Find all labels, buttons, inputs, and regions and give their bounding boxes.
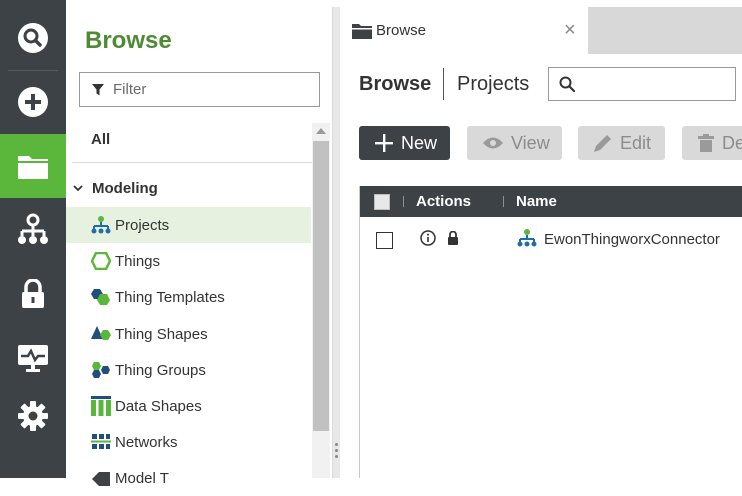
thing-shapes-icon <box>91 324 113 344</box>
nav-item-label: Model T <box>115 469 169 487</box>
column-header-name[interactable]: Name <box>516 193 557 210</box>
data-shapes-icon <box>91 396 113 416</box>
nav-item-label: Projects <box>115 216 170 234</box>
nav-item-label: Networks <box>115 433 178 451</box>
nav-item-label: Thing Shapes <box>115 325 208 343</box>
nav-scrollbar[interactable] <box>312 123 330 478</box>
nav-section-modeling[interactable]: Modeling <box>73 180 158 197</box>
pencil-icon <box>594 134 612 152</box>
view-button-label: View <box>511 132 550 153</box>
project-name-link[interactable]: EwonThingworxConnector <box>544 231 720 248</box>
projects-icon <box>91 215 113 235</box>
hierarchy-icon[interactable] <box>0 198 66 262</box>
filter-placeholder: Filter <box>113 81 147 98</box>
info-icon[interactable] <box>420 230 436 246</box>
breadcrumb-root[interactable]: Browse <box>359 73 431 96</box>
nav-item-thing-templates[interactable]: Thing Templates <box>66 279 311 315</box>
scroll-thumb[interactable] <box>313 141 329 431</box>
funnel-icon <box>92 83 104 95</box>
search-icon[interactable] <box>0 6 66 70</box>
delete-button-label: De <box>722 132 742 153</box>
tab-label: Browse <box>376 22 427 39</box>
things-icon <box>91 251 113 271</box>
nav-item-label: Things <box>115 252 161 270</box>
nav-item-networks[interactable]: Networks <box>66 424 311 460</box>
gear-icon[interactable] <box>0 384 66 448</box>
nav-item-model-tags[interactable]: Model T <box>66 460 311 496</box>
plus-icon <box>375 134 393 152</box>
new-button-label: New <box>401 132 438 153</box>
eye-icon <box>483 136 503 150</box>
nav-item-label: Data Shapes <box>115 397 202 415</box>
row-checkbox[interactable] <box>376 232 393 249</box>
networks-icon <box>91 432 113 452</box>
thing-templates-icon <box>91 287 113 307</box>
nav-item-thing-groups[interactable]: Thing Groups <box>66 352 311 388</box>
column-separator <box>403 196 404 207</box>
nav-item-thing-shapes[interactable]: Thing Shapes <box>66 316 311 352</box>
icon-rail <box>0 0 66 478</box>
grip-dot <box>335 455 338 458</box>
nav-item-label: Thing Groups <box>115 361 206 379</box>
breadcrumb-current: Projects <box>457 73 530 95</box>
nav-item-label: Thing Templates <box>115 288 225 306</box>
nav-item-projects[interactable]: Projects <box>66 207 311 243</box>
edit-button[interactable]: Edit <box>578 126 665 160</box>
model-tags-icon <box>91 468 113 488</box>
close-icon[interactable]: × <box>564 19 576 42</box>
nav-divider <box>72 162 312 163</box>
search-input[interactable] <box>548 67 736 101</box>
grid-header: Actions Name <box>360 186 742 217</box>
grip-dot <box>335 443 338 446</box>
add-icon[interactable] <box>0 70 66 134</box>
chevron-down-icon <box>73 185 83 192</box>
projects-grid: Actions Name EwonThingworxConnector <box>359 186 742 478</box>
browse-title: Browse <box>85 27 172 54</box>
monitor-icon[interactable] <box>0 326 66 390</box>
folder-icon <box>352 23 372 39</box>
filter-input[interactable]: Filter <box>79 72 320 107</box>
folder-icon[interactable] <box>0 134 66 198</box>
new-button[interactable]: New <box>359 126 450 160</box>
projects-icon <box>517 229 537 247</box>
view-button[interactable]: View <box>467 126 562 160</box>
breadcrumb-separator <box>443 68 444 100</box>
trash-icon <box>698 134 714 152</box>
table-row[interactable]: EwonThingworxConnector <box>360 217 742 261</box>
nav-item-things[interactable]: Things <box>66 243 311 279</box>
column-separator <box>503 196 504 207</box>
search-icon <box>559 76 575 92</box>
nav-item-data-shapes[interactable]: Data Shapes <box>66 388 311 424</box>
lock-icon[interactable] <box>0 262 66 326</box>
panel-splitter[interactable] <box>333 7 340 478</box>
delete-button[interactable]: De <box>682 126 742 160</box>
scroll-up-arrow-icon[interactable] <box>316 128 326 134</box>
edit-button-label: Edit <box>620 132 652 153</box>
tab-browse[interactable]: Browse × <box>340 7 588 54</box>
nav-all[interactable]: All <box>91 131 110 148</box>
nav-section-label: Modeling <box>92 180 158 197</box>
grip-dot <box>335 449 338 452</box>
thing-groups-icon <box>91 360 113 380</box>
column-header-actions[interactable]: Actions <box>416 193 471 210</box>
select-all-checkbox[interactable] <box>374 194 390 210</box>
browse-panel: Browse Filter All Modeling Projects Thin… <box>66 7 333 487</box>
lock-icon[interactable] <box>447 231 459 245</box>
